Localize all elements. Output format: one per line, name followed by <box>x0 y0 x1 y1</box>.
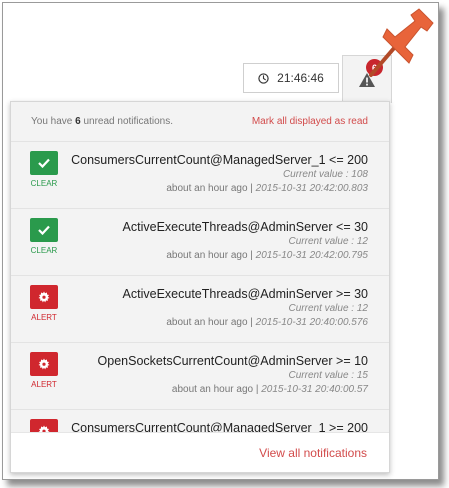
panel-footer: View all notifications <box>11 432 389 472</box>
notifications-panel: You have 6 unread notifications. Mark al… <box>10 101 390 473</box>
notification-time: about an hour ago | 2015-10-31 20:40:00.… <box>171 384 368 395</box>
notification-item[interactable]: ALERT OpenSocketsCurrentCount@AdminServe… <box>11 343 389 410</box>
notification-value: Current value : 108 <box>282 169 368 180</box>
notification-value: Current value : 12 <box>288 303 369 314</box>
unread-summary: You have 6 unread notifications. <box>31 116 173 127</box>
clock-display: 21:46:46 <box>243 63 339 93</box>
notification-time: about an hour ago | 2015-10-31 20:40:00.… <box>166 317 368 328</box>
status-label: CLEAR <box>30 179 58 188</box>
status-indicator: ALERT <box>25 285 63 322</box>
status-label: ALERT <box>31 380 57 389</box>
checkmark-icon <box>38 225 50 235</box>
checkmark-icon <box>38 158 50 168</box>
mark-all-read-link[interactable]: Mark all displayed as read <box>252 116 368 127</box>
window-frame: 21:46:46 6 You have 6 unread notificatio… <box>2 2 439 480</box>
notification-title: ConsumersCurrentCount@ManagedServer_1 <=… <box>71 153 368 167</box>
notification-item[interactable]: CLEAR ConsumersCurrentCount@ManagedServe… <box>11 142 389 209</box>
notification-time: about an hour ago | 2015-10-31 20:42:00.… <box>166 183 368 194</box>
panel-header: You have 6 unread notifications. Mark al… <box>11 102 389 142</box>
notification-item[interactable]: ALERT ActiveExecuteThreads@AdminServer >… <box>11 276 389 343</box>
status-label: ALERT <box>31 313 57 322</box>
clock-time: 21:46:46 <box>277 71 324 85</box>
status-indicator: CLEAR <box>25 151 63 188</box>
notification-title: ActiveExecuteThreads@AdminServer >= 30 <box>122 287 368 301</box>
status-indicator: ALERT <box>25 352 63 389</box>
alert-gear-icon <box>38 291 50 303</box>
pushpin-icon <box>369 8 434 77</box>
notification-item[interactable]: ConsumersCurrentCount@ManagedServer_1 >=… <box>11 410 389 434</box>
notification-value: Current value : 12 <box>288 236 369 247</box>
clock-icon <box>258 72 269 84</box>
notification-list[interactable]: CLEAR ConsumersCurrentCount@ManagedServe… <box>11 142 389 434</box>
notification-title: ActiveExecuteThreads@AdminServer <= 30 <box>122 220 368 234</box>
alert-gear-icon <box>38 358 50 370</box>
notification-title: OpenSocketsCurrentCount@AdminServer >= 1… <box>97 354 368 368</box>
view-all-notifications-link[interactable]: View all notifications <box>259 446 367 460</box>
unread-count: 6 <box>75 116 81 127</box>
notification-item[interactable]: CLEAR ActiveExecuteThreads@AdminServer <… <box>11 209 389 276</box>
notification-time: about an hour ago | 2015-10-31 20:42:00.… <box>166 250 368 261</box>
status-label: CLEAR <box>30 246 58 255</box>
status-indicator: CLEAR <box>25 218 63 255</box>
notification-value: Current value : 15 <box>288 370 369 381</box>
